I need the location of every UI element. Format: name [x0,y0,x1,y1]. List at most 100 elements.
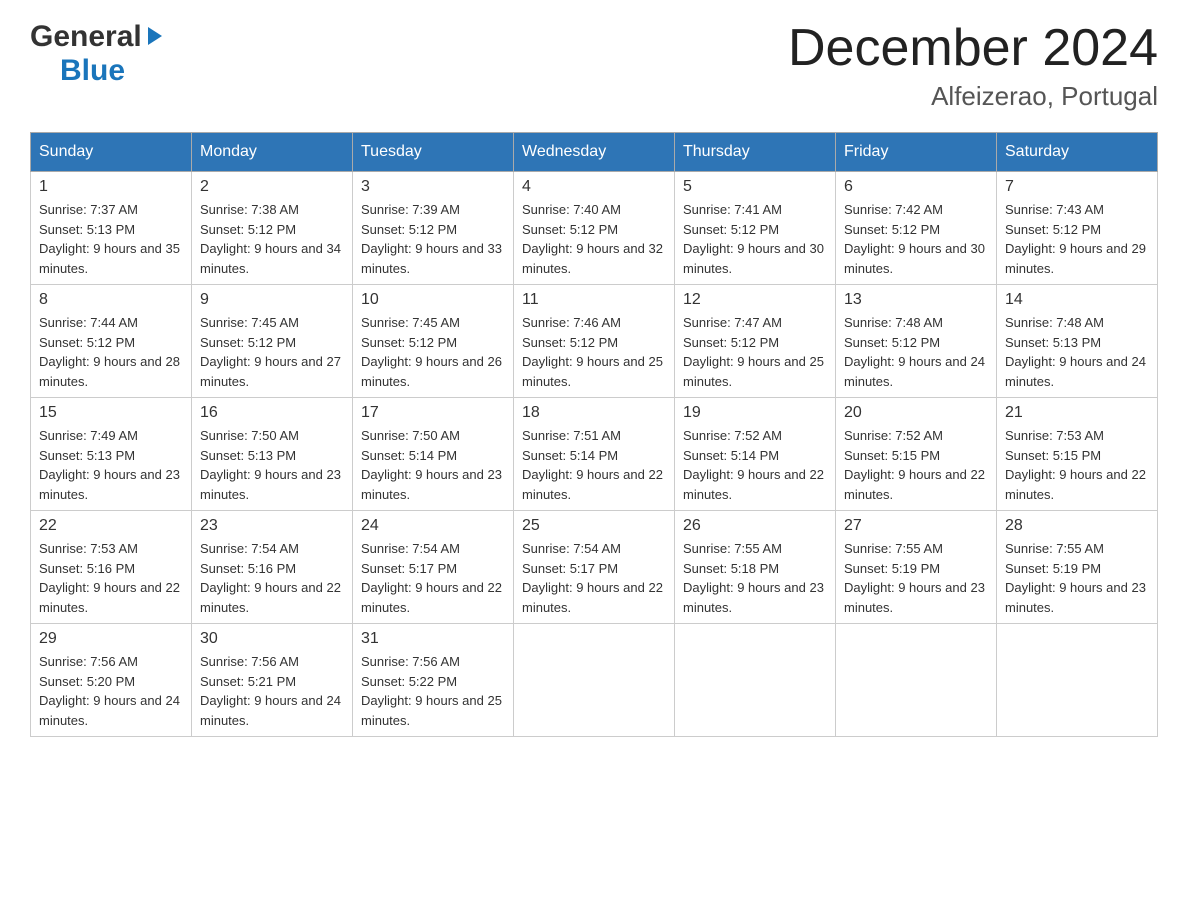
calendar-cell: 24 Sunrise: 7:54 AM Sunset: 5:17 PM Dayl… [353,511,514,624]
logo-arrow-icon [144,25,166,47]
header-saturday: Saturday [997,133,1158,172]
day-number: 31 [361,630,505,648]
calendar-cell: 16 Sunrise: 7:50 AM Sunset: 5:13 PM Dayl… [192,398,353,511]
logo-general-text: General [30,20,142,54]
calendar-cell: 2 Sunrise: 7:38 AM Sunset: 5:12 PM Dayli… [192,172,353,285]
calendar-cell: 22 Sunrise: 7:53 AM Sunset: 5:16 PM Dayl… [31,511,192,624]
day-number: 22 [39,517,183,535]
calendar-cell: 7 Sunrise: 7:43 AM Sunset: 5:12 PM Dayli… [997,172,1158,285]
calendar-cell: 8 Sunrise: 7:44 AM Sunset: 5:12 PM Dayli… [31,285,192,398]
calendar-cell: 20 Sunrise: 7:52 AM Sunset: 5:15 PM Dayl… [836,398,997,511]
day-number: 9 [200,291,344,309]
day-number: 8 [39,291,183,309]
day-info: Sunrise: 7:56 AM Sunset: 5:21 PM Dayligh… [200,652,344,730]
day-info: Sunrise: 7:55 AM Sunset: 5:19 PM Dayligh… [1005,539,1149,617]
page-header: General Blue December 2024 Alfeizerao, P… [30,20,1158,112]
day-number: 13 [844,291,988,309]
calendar-cell [514,624,675,737]
calendar-cell: 19 Sunrise: 7:52 AM Sunset: 5:14 PM Dayl… [675,398,836,511]
day-info: Sunrise: 7:51 AM Sunset: 5:14 PM Dayligh… [522,426,666,504]
day-info: Sunrise: 7:55 AM Sunset: 5:18 PM Dayligh… [683,539,827,617]
day-info: Sunrise: 7:53 AM Sunset: 5:16 PM Dayligh… [39,539,183,617]
day-number: 20 [844,404,988,422]
day-number: 24 [361,517,505,535]
calendar-cell: 31 Sunrise: 7:56 AM Sunset: 5:22 PM Dayl… [353,624,514,737]
day-number: 28 [1005,517,1149,535]
header-friday: Friday [836,133,997,172]
day-info: Sunrise: 7:50 AM Sunset: 5:14 PM Dayligh… [361,426,505,504]
calendar-cell: 13 Sunrise: 7:48 AM Sunset: 5:12 PM Dayl… [836,285,997,398]
calendar-cell: 25 Sunrise: 7:54 AM Sunset: 5:17 PM Dayl… [514,511,675,624]
header-tuesday: Tuesday [353,133,514,172]
day-number: 30 [200,630,344,648]
header-sunday: Sunday [31,133,192,172]
day-info: Sunrise: 7:39 AM Sunset: 5:12 PM Dayligh… [361,200,505,278]
calendar-cell: 30 Sunrise: 7:56 AM Sunset: 5:21 PM Dayl… [192,624,353,737]
calendar-cell: 12 Sunrise: 7:47 AM Sunset: 5:12 PM Dayl… [675,285,836,398]
calendar-cell: 17 Sunrise: 7:50 AM Sunset: 5:14 PM Dayl… [353,398,514,511]
day-info: Sunrise: 7:49 AM Sunset: 5:13 PM Dayligh… [39,426,183,504]
day-number: 3 [361,178,505,196]
calendar-week-3: 15 Sunrise: 7:49 AM Sunset: 5:13 PM Dayl… [31,398,1158,511]
day-info: Sunrise: 7:38 AM Sunset: 5:12 PM Dayligh… [200,200,344,278]
calendar-cell [675,624,836,737]
logo: General Blue [30,20,166,88]
calendar-cell: 11 Sunrise: 7:46 AM Sunset: 5:12 PM Dayl… [514,285,675,398]
day-info: Sunrise: 7:48 AM Sunset: 5:13 PM Dayligh… [1005,313,1149,391]
calendar-cell: 3 Sunrise: 7:39 AM Sunset: 5:12 PM Dayli… [353,172,514,285]
day-number: 21 [1005,404,1149,422]
day-number: 15 [39,404,183,422]
calendar-title: December 2024 [788,20,1158,77]
calendar-cell: 26 Sunrise: 7:55 AM Sunset: 5:18 PM Dayl… [675,511,836,624]
day-info: Sunrise: 7:43 AM Sunset: 5:12 PM Dayligh… [1005,200,1149,278]
calendar-cell: 1 Sunrise: 7:37 AM Sunset: 5:13 PM Dayli… [31,172,192,285]
header-monday: Monday [192,133,353,172]
day-number: 12 [683,291,827,309]
calendar-week-1: 1 Sunrise: 7:37 AM Sunset: 5:13 PM Dayli… [31,172,1158,285]
logo-blue-text: Blue [60,54,125,87]
calendar-cell: 21 Sunrise: 7:53 AM Sunset: 5:15 PM Dayl… [997,398,1158,511]
calendar-header-row: Sunday Monday Tuesday Wednesday Thursday… [31,133,1158,172]
day-info: Sunrise: 7:53 AM Sunset: 5:15 PM Dayligh… [1005,426,1149,504]
calendar-cell: 15 Sunrise: 7:49 AM Sunset: 5:13 PM Dayl… [31,398,192,511]
day-info: Sunrise: 7:54 AM Sunset: 5:16 PM Dayligh… [200,539,344,617]
day-info: Sunrise: 7:54 AM Sunset: 5:17 PM Dayligh… [361,539,505,617]
day-number: 29 [39,630,183,648]
calendar-week-4: 22 Sunrise: 7:53 AM Sunset: 5:16 PM Dayl… [31,511,1158,624]
day-info: Sunrise: 7:47 AM Sunset: 5:12 PM Dayligh… [683,313,827,391]
day-info: Sunrise: 7:56 AM Sunset: 5:22 PM Dayligh… [361,652,505,730]
calendar-cell: 4 Sunrise: 7:40 AM Sunset: 5:12 PM Dayli… [514,172,675,285]
day-info: Sunrise: 7:52 AM Sunset: 5:14 PM Dayligh… [683,426,827,504]
day-number: 2 [200,178,344,196]
calendar-cell: 29 Sunrise: 7:56 AM Sunset: 5:20 PM Dayl… [31,624,192,737]
calendar-cell: 6 Sunrise: 7:42 AM Sunset: 5:12 PM Dayli… [836,172,997,285]
day-number: 18 [522,404,666,422]
day-number: 10 [361,291,505,309]
day-info: Sunrise: 7:41 AM Sunset: 5:12 PM Dayligh… [683,200,827,278]
calendar-title-section: December 2024 Alfeizerao, Portugal [788,20,1158,112]
calendar-week-5: 29 Sunrise: 7:56 AM Sunset: 5:20 PM Dayl… [31,624,1158,737]
day-number: 7 [1005,178,1149,196]
day-info: Sunrise: 7:45 AM Sunset: 5:12 PM Dayligh… [200,313,344,391]
day-number: 5 [683,178,827,196]
calendar-cell: 27 Sunrise: 7:55 AM Sunset: 5:19 PM Dayl… [836,511,997,624]
day-info: Sunrise: 7:44 AM Sunset: 5:12 PM Dayligh… [39,313,183,391]
day-number: 19 [683,404,827,422]
calendar-subtitle: Alfeizerao, Portugal [788,81,1158,112]
calendar-cell: 14 Sunrise: 7:48 AM Sunset: 5:13 PM Dayl… [997,285,1158,398]
day-info: Sunrise: 7:45 AM Sunset: 5:12 PM Dayligh… [361,313,505,391]
day-info: Sunrise: 7:40 AM Sunset: 5:12 PM Dayligh… [522,200,666,278]
calendar-cell: 10 Sunrise: 7:45 AM Sunset: 5:12 PM Dayl… [353,285,514,398]
day-info: Sunrise: 7:48 AM Sunset: 5:12 PM Dayligh… [844,313,988,391]
calendar-cell: 18 Sunrise: 7:51 AM Sunset: 5:14 PM Dayl… [514,398,675,511]
day-number: 26 [683,517,827,535]
calendar-cell: 9 Sunrise: 7:45 AM Sunset: 5:12 PM Dayli… [192,285,353,398]
day-number: 27 [844,517,988,535]
day-info: Sunrise: 7:42 AM Sunset: 5:12 PM Dayligh… [844,200,988,278]
calendar-cell [997,624,1158,737]
day-info: Sunrise: 7:50 AM Sunset: 5:13 PM Dayligh… [200,426,344,504]
day-number: 16 [200,404,344,422]
calendar-week-2: 8 Sunrise: 7:44 AM Sunset: 5:12 PM Dayli… [31,285,1158,398]
day-number: 14 [1005,291,1149,309]
day-number: 17 [361,404,505,422]
